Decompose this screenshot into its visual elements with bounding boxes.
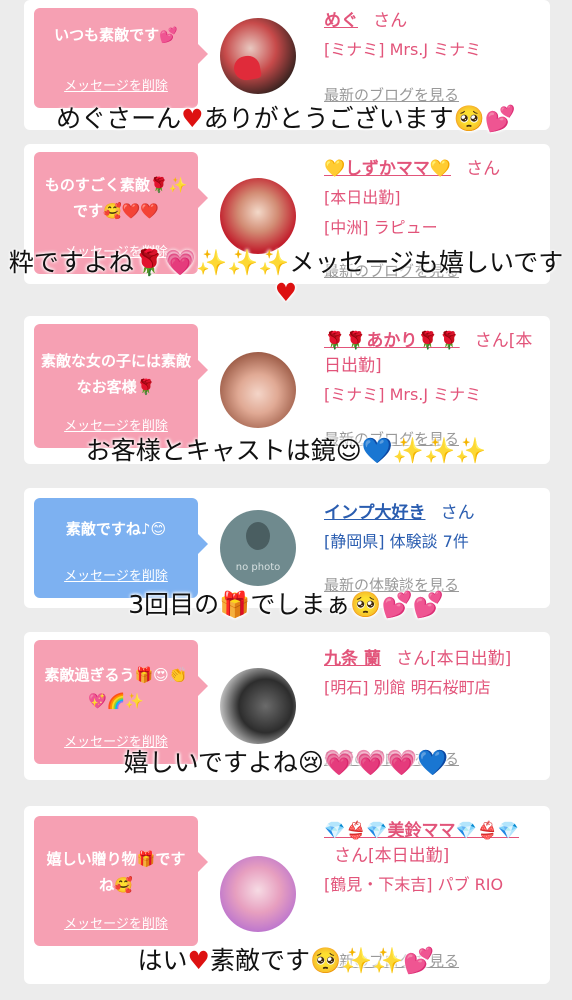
- heart-icon: ♥: [181, 104, 204, 133]
- avatar[interactable]: [220, 352, 296, 428]
- message-text: 素敵ですね♪😊: [65, 520, 167, 538]
- message-text: いつも素敵です💕: [54, 26, 178, 44]
- user-info: めぐ さん [ミナミ] Mrs.J ミナミ: [324, 6, 534, 61]
- overlay-caption: 嬉しいですよね😢💗💗💗💙: [123, 748, 449, 777]
- avatar[interactable]: [220, 668, 296, 744]
- overlay-caption: 粋ですよね🌹💗✨✨✨メッセージも嬉しいです♥: [8, 248, 564, 307]
- avatar[interactable]: [220, 18, 296, 94]
- overlay-caption: お客様とキャストは鏡😌💙✨✨✨: [85, 436, 487, 465]
- work-status: [本日出勤]: [324, 188, 401, 207]
- person-silhouette-icon: [246, 522, 270, 550]
- avatar[interactable]: [220, 178, 296, 254]
- heart-sticker-icon: [232, 53, 262, 83]
- shop-info: [ミナミ] Mrs.J ミナミ: [324, 385, 482, 404]
- user-name-link[interactable]: めぐ: [324, 11, 358, 31]
- message-text: 嬉しい贈り物🎁ですね🥰: [46, 850, 186, 894]
- overlay-caption: はい♥素敵です🥺✨✨💕: [137, 946, 435, 975]
- user-name-link[interactable]: 🌹🌹あかり🌹🌹: [324, 331, 460, 351]
- heart-icon: ♥: [187, 946, 210, 975]
- user-info: 🌹🌹あかり🌹🌹 さん[本日出勤] [ミナミ] Mrs.J ミナミ: [324, 326, 534, 406]
- avatar[interactable]: no photo: [220, 510, 296, 586]
- delete-message-link[interactable]: メッセージを削除: [34, 75, 198, 94]
- delete-message-link[interactable]: メッセージを削除: [34, 415, 198, 434]
- message-bubble: 素敵ですね♪😊 メッセージを削除: [34, 498, 208, 598]
- delete-message-link[interactable]: メッセージを削除: [34, 565, 198, 584]
- message-text: 素敵過ぎるう🎁😍👏💖🌈✨: [44, 666, 188, 710]
- honorific: さん: [466, 159, 501, 179]
- user-name-link[interactable]: 💎👙💎美鈴ママ💎👙💎: [324, 821, 519, 841]
- honorific: さん: [440, 503, 475, 523]
- shop-info: [ミナミ] Mrs.J ミナミ: [324, 40, 482, 59]
- message-bubble: いつも素敵です💕 メッセージを削除: [34, 8, 208, 108]
- overlay-caption: 3回目の🎁でしまぁ🥺💕💕: [128, 590, 444, 619]
- user-info: 九条 蘭 さん[本日出勤] [明石] 別館 明石桜町店: [324, 644, 534, 699]
- user-info: 💎👙💎美鈴ママ💎👙💎 さん[本日出勤] [鶴見・下末吉] パブ RIO: [324, 816, 534, 896]
- shop-info: [明石] 別館 明石桜町店: [324, 678, 491, 697]
- overlay-caption: めぐさーん♥ありがとうございます🥺💕: [56, 104, 516, 133]
- honorific: さん: [373, 11, 408, 31]
- user-info: 💛しずかママ💛 さん [本日出勤] [中洲] ラピュー: [324, 154, 534, 239]
- shop-info: [中洲] ラピュー: [324, 218, 438, 237]
- user-name-link[interactable]: インプ大好き: [324, 503, 426, 523]
- message-bubble: 嬉しい贈り物🎁ですね🥰 メッセージを削除: [34, 816, 208, 946]
- honorific: さん[本日出勤]: [334, 846, 450, 866]
- review-info: [静岡県] 体験談 7件: [324, 532, 469, 551]
- message-bubble: 素敵過ぎるう🎁😍👏💖🌈✨ メッセージを削除: [34, 640, 208, 764]
- user-info: インプ大好き さん [静岡県] 体験談 7件: [324, 498, 534, 553]
- delete-message-link[interactable]: メッセージを削除: [34, 913, 198, 932]
- heart-icon: ♥: [274, 278, 298, 307]
- avatar[interactable]: [220, 856, 296, 932]
- user-name-link[interactable]: 💛しずかママ💛: [324, 159, 451, 179]
- user-name-link[interactable]: 九条 蘭: [324, 649, 381, 669]
- message-text: 素敵な女の子には素敵なお客様🌹: [40, 352, 191, 396]
- message-text: ものすごく素敵🌹✨です🥰❤️❤️: [44, 176, 188, 220]
- latest-blog-link[interactable]: 最新のブログを見る: [324, 84, 459, 105]
- message-bubble: 素敵な女の子には素敵なお客様🌹 メッセージを削除: [34, 324, 208, 448]
- honorific: さん[本日出勤]: [396, 649, 512, 669]
- shop-info: [鶴見・下末吉] パブ RIO: [324, 875, 504, 894]
- no-photo-label: no photo: [235, 562, 281, 573]
